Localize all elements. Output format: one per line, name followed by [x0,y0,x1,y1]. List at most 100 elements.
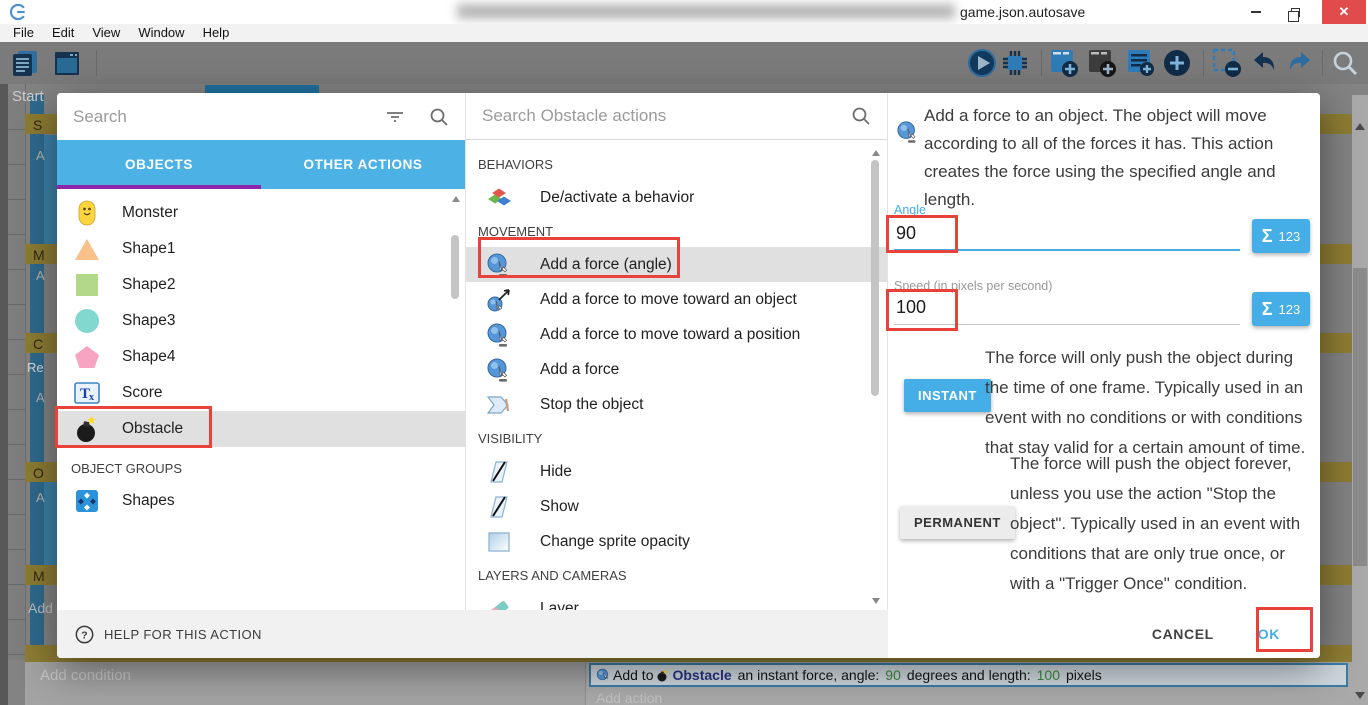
close-icon: ✕ [1339,4,1350,20]
group-row-shapes[interactable]: Shapes [57,483,465,519]
add-subevent-icon[interactable] [1087,48,1117,78]
add-event-icon[interactable] [1049,48,1079,78]
add-condition-placeholder[interactable]: Add condition [40,667,131,684]
opacity-icon [484,531,514,553]
force-toward-object-icon [484,287,514,313]
action-row-deactivate-behavior[interactable]: De/activate a behavior [466,180,887,215]
window-title: game.json.autosave [960,4,1085,20]
add-comment-icon[interactable] [1126,48,1156,78]
section-header-layers-cameras: LAYERS AND CAMERAS [466,559,887,591]
delete-event-icon[interactable] [1212,48,1242,78]
ok-button[interactable]: OK [1258,626,1280,642]
action-search-input[interactable] [482,106,851,126]
action-label: Change sprite opacity [540,533,690,551]
menu-edit[interactable]: Edit [43,24,83,42]
redo-icon[interactable] [1284,48,1314,78]
object-list-scrollbar-thumb[interactable] [451,235,459,299]
minimize-button[interactable] [1240,0,1272,24]
text-object-icon: Tx [71,380,103,406]
filter-icon[interactable] [385,107,405,127]
events-scrollbar-thumb[interactable] [1353,268,1367,566]
sigma-icon: Σ [1262,226,1273,247]
object-name: Shape1 [122,240,175,258]
action-row-force-toward-object[interactable]: Add a force to move toward an object [466,282,887,317]
action-row-add-force-angle[interactable]: Add a force (angle) [466,247,887,282]
close-button[interactable]: ✕ [1322,0,1366,24]
tab-objects[interactable]: OBJECTS [57,140,261,189]
undo-icon[interactable] [1250,48,1280,78]
action-parameters-panel: Add a force to an object. The object wil… [888,93,1320,658]
scroll-up-icon[interactable] [872,150,880,156]
scene-editor-icon[interactable] [52,48,82,78]
menu-window[interactable]: Window [129,24,193,42]
action-row-show[interactable]: Show [466,489,887,524]
event-text-fragment: A [36,268,45,283]
scroll-down-icon[interactable] [872,598,880,604]
action-row-force-toward-position[interactable]: Add a force to move toward a position [466,317,887,352]
object-row-obstacle[interactable]: Obstacle [57,411,465,447]
scene-tab-indicator [205,85,319,93]
instant-button[interactable]: INSTANT [904,379,991,412]
speed-input[interactable] [894,291,1240,324]
menu-bar: File Edit View Window Help [0,24,1368,42]
events-gutter [0,84,8,705]
object-row-shape4[interactable]: Shape4 [57,339,465,375]
help-link[interactable]: HELP FOR THIS ACTION [104,627,262,642]
sigma-icon: Σ [1262,299,1273,320]
event-text-fragment: M [33,247,45,263]
action-row-add-force[interactable]: Add a force [466,352,887,387]
menu-file[interactable]: File [4,24,43,42]
bomb-icon [71,415,103,443]
angle-input[interactable] [894,217,1240,249]
selected-action-row[interactable]: Add to Obstacle an instant force, angle:… [589,663,1348,687]
object-row-monster[interactable]: Monster [57,195,465,231]
stop-object-icon [484,393,514,417]
object-row-shape3[interactable]: Shape3 [57,303,465,339]
maximize-button[interactable] [1278,0,1310,24]
search-icon[interactable] [429,107,449,127]
cancel-button[interactable]: CANCEL [1152,626,1214,642]
project-manager-icon[interactable] [10,48,40,78]
dialog-actions: CANCEL OK [888,610,1320,658]
help-icon[interactable]: ? [75,625,94,644]
menu-view[interactable]: View [83,24,129,42]
action-label: Add a force to move toward an object [540,291,797,309]
action-row-stop-object[interactable]: Stop the object [466,387,887,422]
search-icon[interactable] [851,106,871,126]
scroll-up-icon[interactable] [452,196,460,202]
permanent-button[interactable]: PERMANENT [900,506,1015,539]
action-search-row [466,93,887,140]
action-text: Add to [613,667,653,683]
object-search-input[interactable] [73,107,385,127]
object-row-shape2[interactable]: Shape2 [57,267,465,303]
search-icon[interactable] [1330,48,1360,78]
add-condition-cell[interactable]: Add condition [25,662,585,705]
action-selector-panel: BEHAVIORS De/activate a behavior MOVEMEN… [466,93,888,658]
action-row-change-opacity[interactable]: Change sprite opacity [466,524,887,559]
events-divider [25,84,26,705]
angle-field [894,217,1240,251]
event-text-fragment: A [36,148,45,163]
action-label: De/activate a behavior [540,189,694,207]
scroll-up-icon[interactable] [1355,123,1365,130]
scroll-down-icon[interactable] [1355,692,1365,699]
object-name: Monster [122,204,178,222]
tab-other-actions[interactable]: OTHER ACTIONS [261,140,465,189]
object-row-score[interactable]: Tx Score [57,375,465,411]
circle-icon [71,308,103,334]
debugger-icon[interactable] [1000,48,1030,78]
add-circle-icon[interactable] [1162,48,1192,78]
active-tab-indicator [57,185,261,189]
object-name: Score [122,384,163,402]
action-list-scrollbar-thumb[interactable] [871,160,879,396]
scene-tab-label[interactable]: Start [12,88,44,105]
add-action-placeholder[interactable]: Add action [596,690,662,705]
events-indent-strip [44,135,57,245]
play-icon[interactable] [967,48,997,78]
menu-help[interactable]: Help [194,24,239,42]
action-row-hide[interactable]: Hide [466,454,887,489]
object-search-row [57,93,465,140]
speed-expression-button[interactable]: Σ 123 [1252,292,1310,326]
angle-expression-button[interactable]: Σ 123 [1252,219,1310,253]
object-row-shape1[interactable]: Shape1 [57,231,465,267]
